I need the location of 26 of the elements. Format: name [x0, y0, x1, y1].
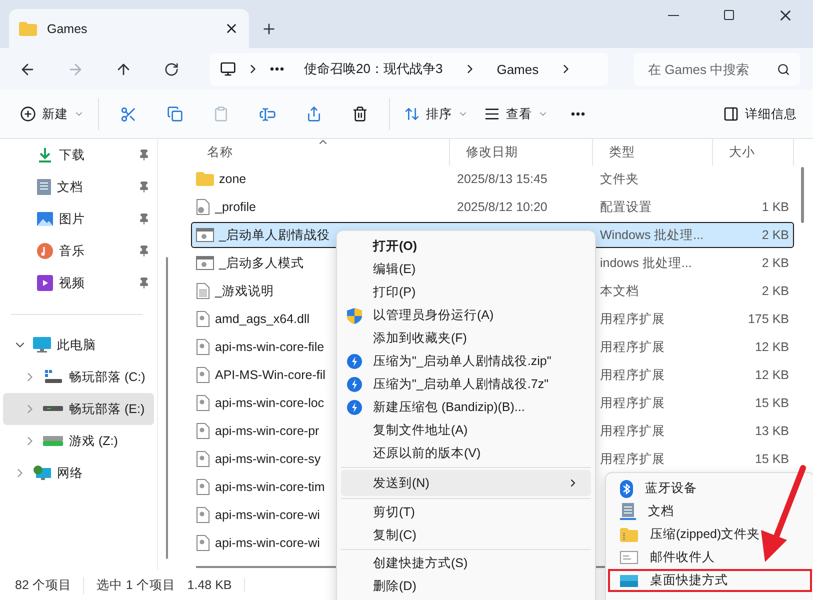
type-cell-text: 用程序扩展: [599, 338, 666, 356]
type-cell-text: Windows 批处理...: [599, 226, 705, 244]
size-cell-text: 12 KB: [754, 368, 790, 382]
selection-size: 1.48 KB: [187, 578, 245, 592]
selection-count: 选中 1 个项目: [96, 576, 176, 594]
type-cell-text: 本文档: [599, 282, 640, 300]
type-cell-text: 配置设置: [599, 198, 653, 216]
type-cell-text: 用程序扩展: [599, 422, 666, 440]
type-cell-text: 用程序扩展: [599, 450, 666, 468]
size-cell-text: 2 KB: [760, 284, 790, 298]
size-cell-text: 2 KB: [760, 256, 790, 270]
type-cell-text: indows 批处理...: [599, 254, 693, 272]
size-cell-text: 12 KB: [754, 340, 790, 354]
size-cell-text: 13 KB: [754, 424, 790, 438]
date-cell-text: 2025/8/13 15:45: [456, 172, 548, 186]
size-cell-text: 175 KB: [746, 312, 790, 326]
type-cell-text: 用程序扩展: [599, 394, 666, 412]
size-cell-text: 15 KB: [754, 452, 790, 466]
item-count: 82 个项目: [15, 576, 84, 594]
size-cell-text: 2 KB: [760, 228, 790, 242]
type-cell-text: 文件夹: [599, 170, 640, 188]
size-cell-text: 1 KB: [760, 200, 790, 214]
type-cell-text: 用程序扩展: [599, 366, 666, 384]
size-cell-text: 15 KB: [754, 396, 790, 410]
date-cell-text: 2025/8/12 10:20: [456, 200, 548, 214]
type-cell-text: 用程序扩展: [599, 310, 666, 328]
